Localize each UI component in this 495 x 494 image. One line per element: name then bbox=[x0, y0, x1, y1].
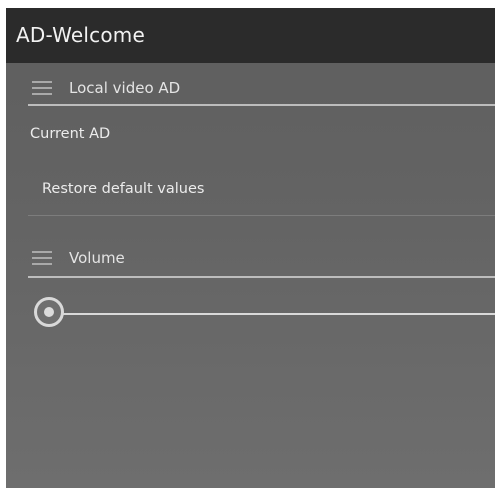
section-divider-volume bbox=[28, 276, 495, 278]
current-ad-item[interactable]: Current AD bbox=[30, 126, 110, 142]
menu-icon bbox=[32, 81, 52, 95]
app-title: AD-Welcome bbox=[16, 23, 145, 47]
volume-slider-track[interactable] bbox=[62, 313, 495, 315]
restore-default-values-item[interactable]: Restore default values bbox=[42, 181, 204, 197]
row-divider bbox=[28, 215, 495, 216]
section-label-volume: Volume bbox=[69, 249, 125, 267]
section-divider-local-video-ad bbox=[28, 104, 495, 106]
app-title-bar: AD-Welcome bbox=[6, 8, 495, 63]
volume-slider-thumb[interactable] bbox=[34, 297, 64, 327]
menu-icon bbox=[32, 251, 52, 265]
section-header-volume: Volume bbox=[6, 236, 495, 280]
volume-slider-thumb-dot bbox=[44, 307, 54, 317]
settings-screen: AD-Welcome Local video AD Current AD Res… bbox=[6, 8, 495, 488]
